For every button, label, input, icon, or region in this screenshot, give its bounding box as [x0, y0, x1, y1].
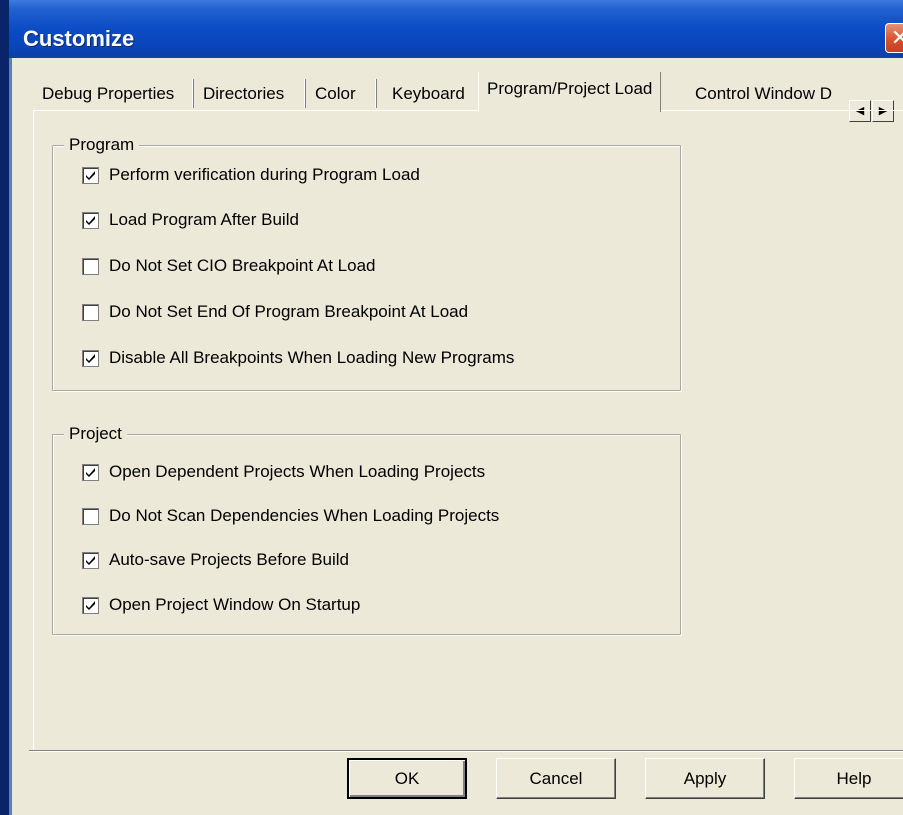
- tab-separator: [192, 79, 194, 108]
- tab-separator: [375, 79, 377, 108]
- ok-button[interactable]: OK: [347, 758, 467, 799]
- separator: [29, 751, 903, 752]
- checkbox-label: Perform verification during Program Load: [109, 165, 420, 184]
- checkmark-icon: [86, 600, 95, 610]
- project-group-legend: Project: [64, 424, 127, 444]
- title-bar[interactable]: Customize ✕: [9, 0, 903, 58]
- tab-keyboard[interactable]: Keyboard: [384, 78, 473, 110]
- tab-strip: Debug Properties Directories Color Keybo…: [34, 68, 903, 112]
- help-button[interactable]: Help: [794, 758, 903, 799]
- checkmark-icon: [86, 215, 95, 225]
- checkmark-icon: [86, 467, 95, 477]
- checkbox-label: Open Dependent Projects When Loading Pro…: [109, 462, 486, 481]
- checkbox-label: Do Not Set CIO Breakpoint At Load: [109, 256, 376, 275]
- tab-program-project-load[interactable]: Program/Project Load: [478, 72, 662, 112]
- checkbox-label: Do Not Set End Of Program Breakpoint At …: [109, 302, 469, 321]
- checkbox-label: Open Project Window On Startup: [109, 595, 361, 614]
- tab-debug-properties[interactable]: Debug Properties: [34, 78, 183, 110]
- close-icon[interactable]: ✕: [885, 23, 903, 53]
- tab-separator: [304, 79, 306, 108]
- apply-button[interactable]: Apply: [645, 758, 765, 799]
- cancel-button[interactable]: Cancel: [496, 758, 616, 799]
- window-frame-left: [0, 0, 9, 815]
- checkbox-label: Auto-save Projects Before Build: [109, 550, 350, 569]
- option-perform-verification[interactable]: Perform verification during Program Load: [82, 164, 420, 186]
- checkbox-label: Load Program After Build: [109, 210, 299, 229]
- option-open-project-window[interactable]: Open Project Window On Startup: [82, 594, 360, 616]
- checkbox[interactable]: [82, 463, 99, 481]
- option-disable-breakpoints[interactable]: Disable All Breakpoints When Loading New…: [82, 347, 514, 369]
- checkbox[interactable]: [82, 166, 99, 184]
- option-load-after-build[interactable]: Load Program After Build: [82, 209, 299, 231]
- checkmark-icon: [86, 555, 95, 565]
- option-no-cio-breakpoint[interactable]: Do Not Set CIO Breakpoint At Load: [82, 255, 375, 277]
- checkbox[interactable]: [82, 349, 99, 367]
- checkbox[interactable]: [82, 303, 99, 321]
- project-groupbox: Project Open Dependent Projects When Loa…: [52, 424, 681, 635]
- checkbox[interactable]: [82, 257, 99, 275]
- tab-color[interactable]: Color: [307, 78, 364, 110]
- tab-directories[interactable]: Directories: [195, 78, 293, 110]
- checkbox[interactable]: [82, 211, 99, 229]
- window-frame-edge: [9, 58, 12, 815]
- option-autosave-projects[interactable]: Auto-save Projects Before Build: [82, 549, 349, 571]
- tab-control-window[interactable]: Control Window D: [687, 78, 849, 110]
- option-no-scan-dependencies[interactable]: Do Not Scan Dependencies When Loading Pr…: [82, 505, 499, 527]
- window-title: Customize: [23, 26, 135, 51]
- program-groupbox: Program Perform verification during Prog…: [52, 135, 681, 391]
- checkbox-label: Do Not Scan Dependencies When Loading Pr…: [109, 506, 500, 525]
- checkmark-icon: [86, 170, 95, 180]
- checkbox[interactable]: [82, 551, 99, 569]
- checkmark-icon: [86, 353, 95, 363]
- program-group-legend: Program: [64, 135, 140, 155]
- checkbox[interactable]: [82, 596, 99, 614]
- checkbox[interactable]: [82, 507, 99, 525]
- option-no-end-breakpoint[interactable]: Do Not Set End Of Program Breakpoint At …: [82, 301, 468, 323]
- checkbox-label: Disable All Breakpoints When Loading New…: [109, 348, 515, 367]
- option-open-dependent-projects[interactable]: Open Dependent Projects When Loading Pro…: [82, 461, 485, 483]
